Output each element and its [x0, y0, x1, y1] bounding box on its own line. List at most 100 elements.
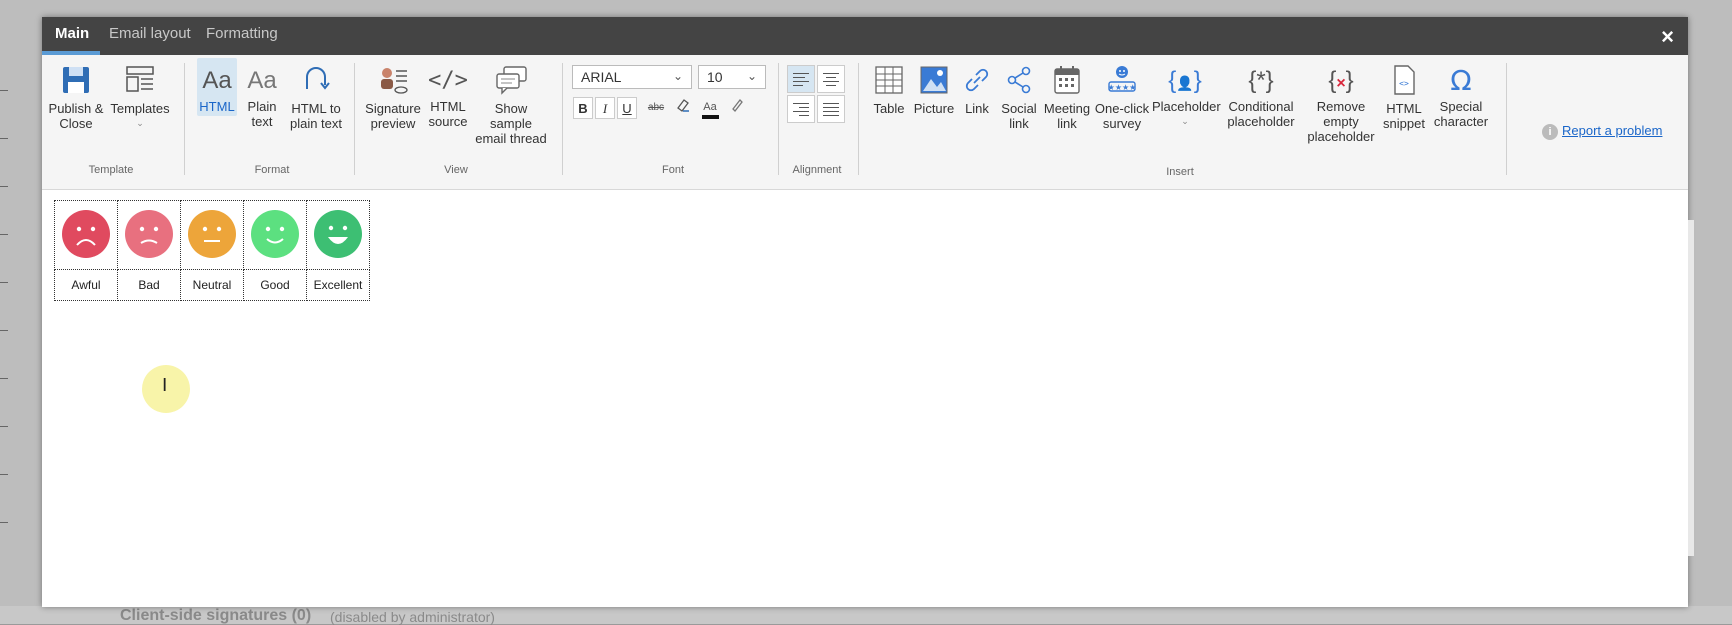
calendar-icon [1054, 66, 1080, 94]
good-face-icon [251, 209, 299, 258]
show-sample-thread-label: Show sample email thread [475, 101, 547, 146]
chevron-down-icon: ⌄ [672, 69, 683, 83]
highlight-button[interactable] [726, 97, 748, 119]
rating-cell[interactable] [117, 200, 181, 270]
conditional-placeholder-icon: {*} [1248, 67, 1274, 94]
format-group-label: Format [254, 164, 290, 176]
templates-label: Templates [110, 101, 170, 116]
picture-icon [920, 66, 948, 94]
underline-button[interactable]: U [617, 97, 637, 119]
placeholder-icon: {👤} [1168, 67, 1202, 94]
templates-icon [126, 66, 154, 92]
align-center-button[interactable] [817, 65, 845, 93]
insert-conditional-placeholder-label: Conditional placeholder [1227, 99, 1295, 129]
align-right-button[interactable] [787, 95, 815, 123]
remove-empty-placeholder-button[interactable]: {×} Remove empty placeholder [1304, 63, 1378, 144]
divider [354, 63, 355, 175]
signature-editor-canvas[interactable]: Awful Bad Neutral Good Excellent [42, 190, 1688, 607]
convert-icon [306, 67, 330, 90]
font-color-swatch [702, 115, 719, 119]
divider [778, 63, 779, 175]
chevron-down-icon: ⌄ [746, 69, 757, 83]
insert-one-click-survey-button[interactable]: ★★★★ One-click survey [1094, 63, 1150, 131]
signature-preview-button[interactable]: Signature preview [364, 63, 422, 131]
rating-cell[interactable] [180, 200, 244, 270]
show-sample-thread-button[interactable]: Show sample email thread [474, 63, 548, 146]
insert-html-snippet-button[interactable]: <> HTML snippet [1380, 63, 1428, 131]
survey-faces-row [54, 200, 370, 270]
insert-table-label: Table [873, 101, 905, 116]
svg-text:<>: <> [1399, 79, 1409, 88]
svg-text:★★★★: ★★★★ [1108, 83, 1137, 92]
divider [858, 63, 859, 175]
insert-link-label: Link [965, 101, 989, 116]
clear-format-button[interactable] [672, 97, 694, 119]
tab-bar: Main Email layout Formatting × [42, 17, 1688, 55]
view-group-label: View [444, 164, 468, 176]
bad-face-icon [125, 209, 173, 258]
html-format-icon: Aa [202, 67, 232, 94]
chevron-down-icon: ⌄ [136, 118, 144, 128]
code-icon: </> [428, 68, 468, 93]
ribbon: Publish & Close Templates ⌄ Template Aa … [42, 55, 1688, 190]
background-footer-title: Client-side signatures (0) [120, 607, 312, 624]
tab-email-layout[interactable]: Email layout [109, 25, 191, 42]
html-format-label: HTML [199, 99, 235, 114]
font-color-button[interactable]: Aa [699, 95, 721, 119]
save-icon [63, 67, 89, 93]
rating-label: Awful [54, 269, 118, 301]
italic-button[interactable]: I [595, 97, 615, 119]
font-family-value: ARIAL [581, 69, 622, 85]
insert-html-snippet-label: HTML snippet [1383, 101, 1425, 131]
html-to-plain-button[interactable]: HTML to plain text [285, 63, 347, 131]
template-group-label: Template [88, 164, 134, 176]
report-problem-link[interactable]: Report a problem [1562, 123, 1662, 138]
awful-face-icon [62, 209, 110, 258]
html-format-button[interactable]: Aa HTML [197, 58, 237, 116]
one-click-survey-table: Awful Bad Neutral Good Excellent [54, 200, 370, 301]
strikethrough-button[interactable]: abc [645, 97, 667, 119]
share-icon [1007, 66, 1031, 94]
rating-cell[interactable] [243, 200, 307, 270]
divider [1506, 63, 1507, 175]
font-size-select[interactable]: 10 ⌄ [698, 65, 766, 89]
background-panel-edge [1688, 220, 1694, 556]
tab-formatting[interactable]: Formatting [206, 25, 278, 42]
close-button[interactable]: × [1661, 24, 1674, 50]
publish-close-button[interactable]: Publish & Close [48, 63, 104, 131]
info-icon: i [1542, 124, 1558, 140]
signature-preview-label: Signature preview [365, 101, 421, 131]
align-justify-button[interactable] [817, 95, 845, 123]
align-left-button[interactable] [787, 65, 815, 93]
alignment-group-label: Alignment [792, 164, 842, 176]
insert-social-link-label: Social link [1001, 101, 1037, 131]
background-ruler [0, 90, 8, 570]
excellent-face-icon [314, 209, 362, 258]
font-size-value: 10 [707, 69, 723, 85]
background-footer: Client-side signatures (0) (disabled by … [0, 606, 1732, 625]
templates-button[interactable]: Templates ⌄ [110, 63, 170, 131]
remove-empty-placeholder-label: Remove empty placeholder [1307, 99, 1375, 144]
signature-editor-dialog: Main Email layout Formatting × Publish &… [42, 17, 1688, 607]
link-icon [965, 68, 989, 92]
font-family-select[interactable]: ARIAL ⌄ [572, 65, 692, 89]
insert-link-button[interactable]: Link [958, 63, 996, 116]
insert-picture-button[interactable]: Picture [912, 63, 956, 116]
bold-button[interactable]: B [573, 97, 593, 119]
insert-placeholder-label: Placeholder [1152, 99, 1221, 114]
rating-label: Neutral [180, 269, 244, 301]
html-source-button[interactable]: </> HTML source [424, 63, 472, 129]
insert-table-button[interactable]: Table [868, 63, 910, 116]
insert-social-link-button[interactable]: Social link [998, 63, 1040, 131]
insert-placeholder-button[interactable]: {👤} Placeholder ⌄ [1152, 63, 1221, 129]
table-icon [875, 66, 903, 94]
html-to-plain-label: HTML to plain text [289, 101, 343, 131]
plain-text-button[interactable]: Aa Plain text [242, 63, 282, 129]
insert-conditional-placeholder-button[interactable]: {*} Conditional placeholder [1222, 63, 1300, 129]
tab-main[interactable]: Main [55, 25, 89, 42]
insert-meeting-link-button[interactable]: Meeting link [1042, 63, 1092, 131]
html-source-label: HTML source [428, 99, 468, 129]
rating-cell[interactable] [306, 200, 370, 270]
insert-special-character-button[interactable]: Ω Special character [1430, 63, 1492, 129]
rating-cell[interactable] [54, 200, 118, 270]
